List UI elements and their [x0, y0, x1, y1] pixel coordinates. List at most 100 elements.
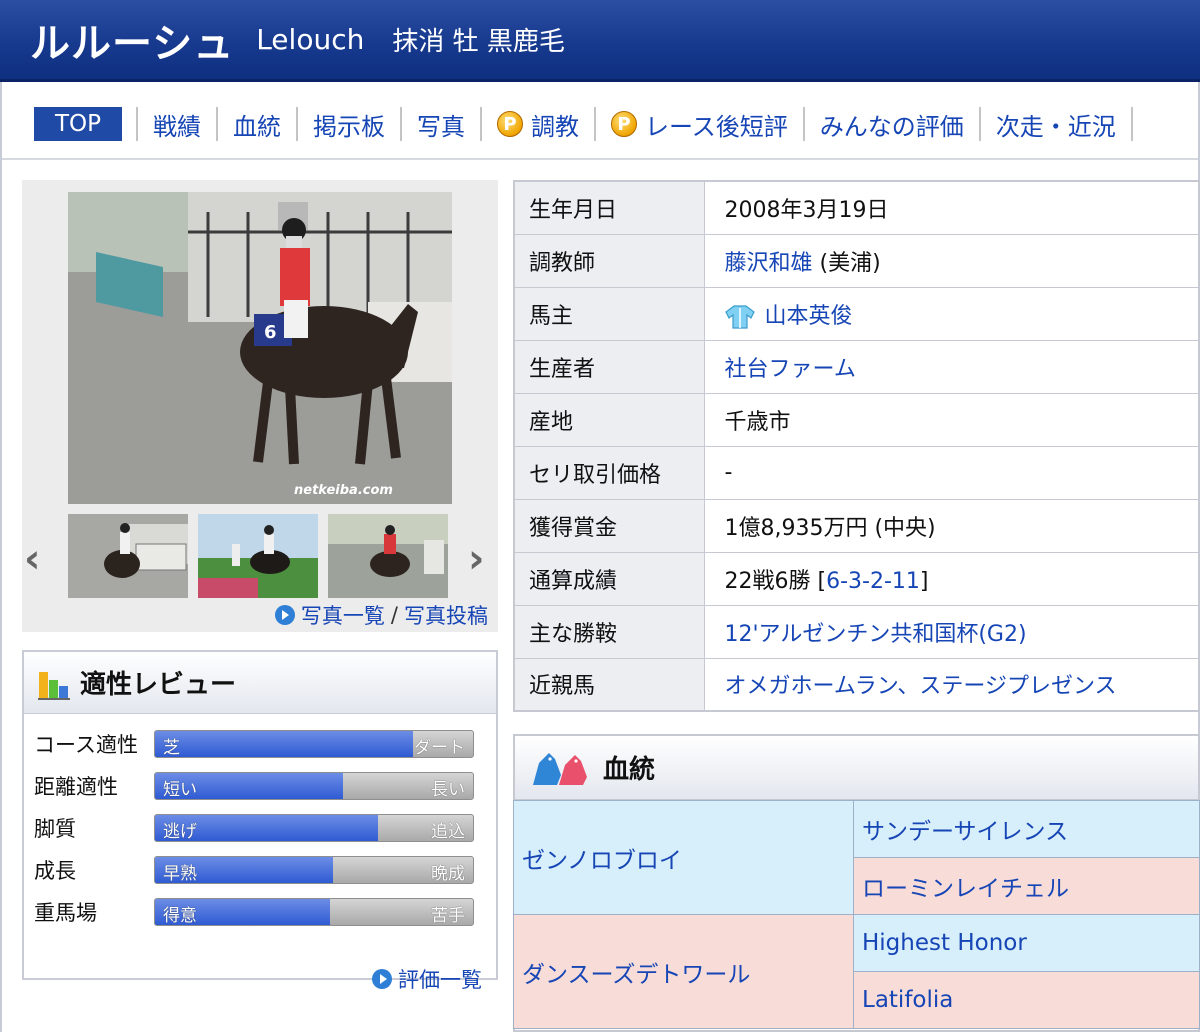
pedigree-header: 血統: [515, 736, 1198, 800]
pedigree-row: ダンスーズデトワール Highest Honor: [513, 914, 1200, 1029]
photo-list-link[interactable]: 写真一覧: [301, 600, 385, 630]
profile-key: 主な勝鞍: [514, 605, 705, 659]
main-win-link[interactable]: 12'アルゼンチン共和国杯(G2): [725, 622, 1027, 647]
nav-divider: [1130, 107, 1133, 141]
photo-thumbnail[interactable]: [328, 514, 448, 598]
aptitude-row: 脚質 逃げ 追込: [34, 812, 474, 844]
premium-icon: P: [497, 111, 523, 137]
premium-icon: P: [611, 111, 637, 137]
trainer-link[interactable]: 藤沢和雄: [725, 251, 813, 276]
tab-board[interactable]: 掲示板: [298, 107, 400, 142]
aptitude-row: 距離適性 短い 長い: [34, 770, 474, 802]
horse-heads-icon: [533, 752, 587, 785]
dam-cell[interactable]: ダンスーズデトワール: [513, 914, 854, 1029]
prize-money: 1億8,935万円 (中央): [704, 499, 1199, 553]
aptitude-bar: 逃げ 追込: [154, 814, 474, 842]
sire-name: ゼンノロブロイ: [522, 847, 682, 874]
aptitude-left-label: 芝: [163, 738, 180, 758]
profile-key: 近親馬: [514, 658, 705, 712]
aptitude-bar: 短い 長い: [154, 772, 474, 800]
bar-chart-icon: [38, 671, 70, 700]
aptitude-row: 重馬場 得意 苦手: [34, 896, 474, 928]
svg-text:netkeiba.com: netkeiba.com: [294, 483, 393, 498]
dam-sire-name: Highest Honor: [862, 930, 1027, 956]
profile-row: セリ取引価格 -: [514, 446, 1199, 500]
aptitude-review-panel: 適性レビュー コース適性 芝 ダート 距離適性 短い 長い 脚質 逃げ 追込 成長 早熟 晩成 重馬場 得…: [22, 650, 498, 980]
ratings-list-link[interactable]: 評価一覧: [398, 964, 482, 994]
dam-sire-cell[interactable]: Highest Honor: [853, 914, 1200, 972]
auction-price: -: [704, 446, 1199, 500]
owner-cell: 山本英俊: [704, 287, 1199, 341]
photo-thumbnail[interactable]: [68, 514, 188, 598]
profile-row: 生年月日 2008年3月19日: [514, 181, 1199, 235]
profile-key: 馬主: [514, 287, 705, 341]
pedigree-table: ゼンノロブロイ サンデーサイレンス ローミンレイチェル ダンスーズデトワール H…: [513, 800, 1200, 1029]
relatives-link[interactable]: オメガホームラン、ステージプレゼンス: [725, 674, 1117, 699]
aptitude-left-label: 逃げ: [163, 822, 197, 842]
breeder-link[interactable]: 社台ファーム: [725, 357, 856, 382]
dam-dam-cell[interactable]: Latifolia: [853, 971, 1200, 1029]
profile-row: 近親馬 オメガホームラン、ステージプレゼンス: [514, 658, 1199, 712]
aptitude-label: 重馬場: [34, 901, 97, 925]
horse-status: 抹消 牡 黒鹿毛: [392, 27, 565, 57]
sire-dam-name: ローミンレイチェル: [862, 876, 1069, 902]
sire-cell[interactable]: ゼンノロブロイ: [513, 800, 854, 915]
horse-name-jp: ルルーシュ: [30, 20, 235, 67]
aptitude-right-label: ダート: [414, 738, 465, 758]
tab-next-race[interactable]: 次走・近況: [981, 107, 1131, 142]
aptitude-bar: 早熟 晩成: [154, 856, 474, 884]
record-summary: 22戦6勝: [724, 568, 811, 594]
tab-training[interactable]: P 調教: [482, 107, 594, 142]
profile-key: 生産者: [514, 340, 705, 394]
ratings-list-link-wrap: 評価一覧: [372, 964, 482, 994]
photo-post-link[interactable]: 写真投稿: [404, 600, 488, 630]
profile-row: 馬主 山本英俊: [514, 287, 1199, 341]
profile-row: 通算成績 22戦6勝 [6-3-2-11]: [514, 552, 1199, 606]
dam-name: ダンスーズデトワール: [522, 961, 751, 988]
aptitude-right-label: 苦手: [431, 906, 465, 926]
profile-row: 主な勝鞍 12'アルゼンチン共和国杯(G2): [514, 605, 1199, 659]
relatives-cell: オメガホームラン、ステージプレゼンス: [704, 658, 1199, 712]
owner-link[interactable]: 山本英俊: [765, 304, 853, 329]
photo-thumbnail[interactable]: [198, 514, 318, 598]
horse-profile-table: 生年月日 2008年3月19日 調教師 藤沢和雄 (美浦) 馬主 山本英俊 生産者…: [513, 180, 1200, 712]
tab-race-comments-label: レース後短評: [645, 112, 788, 141]
aptitude-row: コース適性 芝 ダート: [34, 728, 474, 760]
prev-arrow-icon[interactable]: ‹: [24, 536, 40, 582]
aptitude-right-label: 長い: [431, 780, 465, 800]
record-cell: 22戦6勝 [6-3-2-11]: [704, 552, 1199, 606]
sire-sire-cell[interactable]: サンデーサイレンス: [853, 800, 1200, 858]
arrow-bullet-icon: [274, 605, 295, 625]
tab-results[interactable]: 戦績: [138, 107, 216, 142]
tab-user-ratings[interactable]: みんなの評価: [805, 107, 979, 142]
main-wins-cell: 12'アルゼンチン共和国杯(G2): [704, 605, 1199, 659]
tab-pedigree[interactable]: 血統: [218, 107, 296, 142]
breeder-cell: 社台ファーム: [704, 340, 1199, 394]
silks-icon: [724, 304, 755, 329]
aptitude-label: 距離適性: [34, 775, 118, 799]
profile-row: 生産者 社台ファーム: [514, 340, 1199, 394]
photo-links: 写真一覧 / 写真投稿: [274, 600, 488, 630]
record-detail-link[interactable]: 6-3-2-11: [826, 569, 920, 594]
tab-top[interactable]: TOP: [34, 107, 122, 141]
sire-sire-name: サンデーサイレンス: [862, 819, 1069, 845]
review-title: 適性レビュー: [80, 670, 237, 700]
profile-key: 獲得賞金: [514, 499, 705, 553]
aptitude-bar: 得意 苦手: [154, 898, 474, 926]
aptitude-row: 成長 早熟 晩成: [34, 854, 474, 886]
profile-key: 生年月日: [514, 181, 705, 235]
tab-photos[interactable]: 写真: [402, 107, 480, 142]
aptitude-left-label: 短い: [163, 780, 197, 800]
tab-race-comments[interactable]: P レース後短評: [596, 107, 803, 142]
sire-dam-cell[interactable]: ローミンレイチェル: [853, 857, 1200, 915]
aptitude-bar-fill: [155, 731, 413, 757]
aptitude-label: コース適性: [34, 733, 138, 757]
aptitude-right-label: 追込: [431, 822, 465, 842]
main-horse-photo[interactable]: netkeiba.com 6: [68, 192, 452, 504]
birth-date: 2008年3月19日: [704, 181, 1199, 235]
origin: 千歳市: [704, 393, 1199, 447]
profile-key: 通算成績: [514, 552, 705, 606]
profile-row: 産地 千歳市: [514, 393, 1199, 447]
next-arrow-icon[interactable]: ›: [468, 536, 484, 582]
trainer-location: (美浦): [819, 250, 881, 276]
